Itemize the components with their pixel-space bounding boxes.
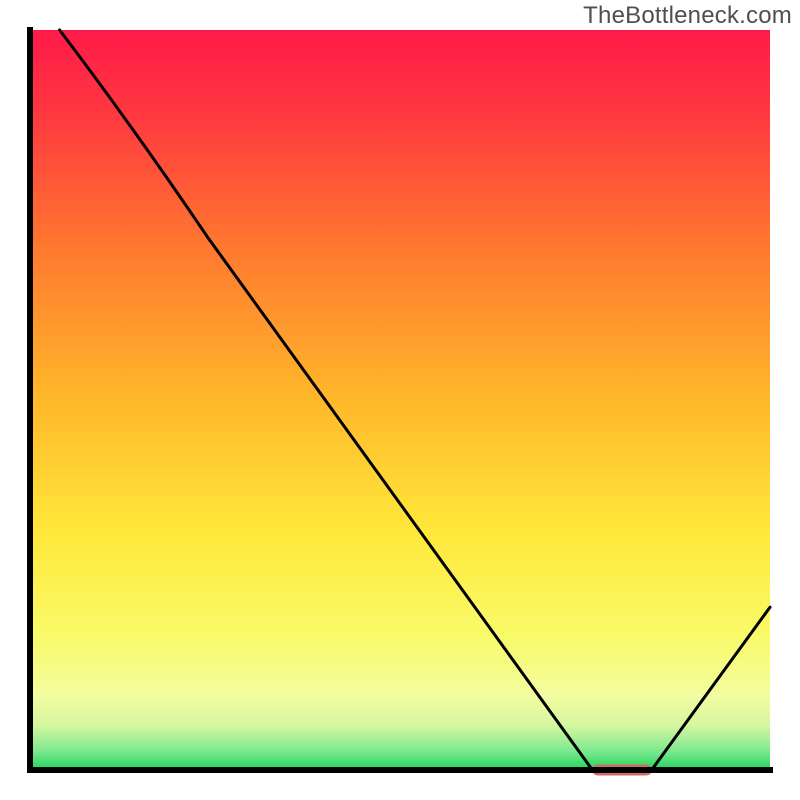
bottleneck-chart	[0, 0, 800, 800]
chart-container: TheBottleneck.com	[0, 0, 800, 800]
watermark-text: TheBottleneck.com	[583, 2, 792, 30]
